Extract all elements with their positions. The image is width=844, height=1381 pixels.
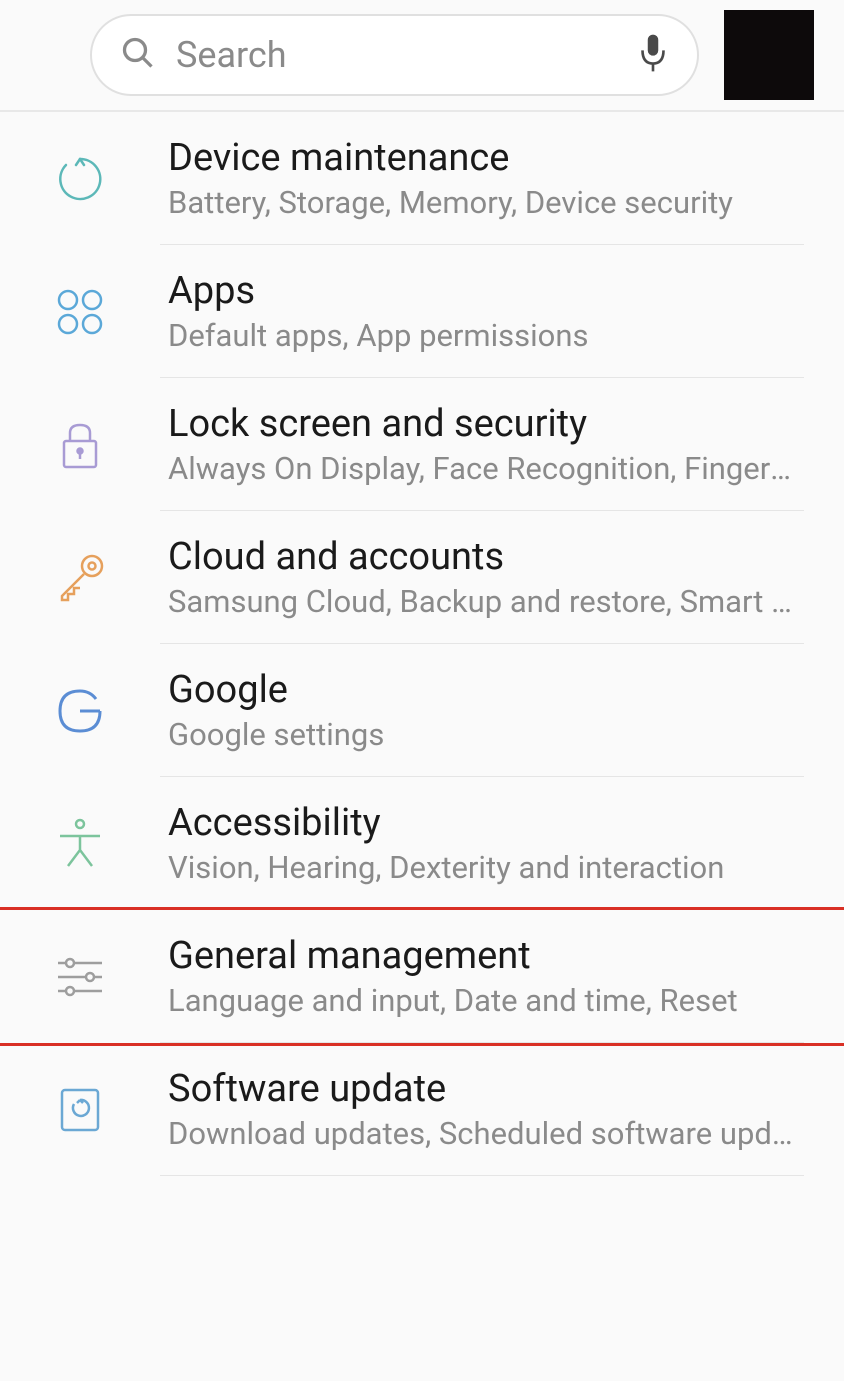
lock-icon [52, 417, 108, 473]
item-title: Apps [168, 269, 804, 313]
item-subtitle: Samsung Cloud, Backup and restore, Smart… [168, 583, 804, 620]
item-content: Software update Download updates, Schedu… [168, 1067, 804, 1152]
settings-item-general-management[interactable]: General management Language and input, D… [0, 907, 844, 1046]
item-title: Cloud and accounts [168, 535, 804, 579]
search-icon [120, 35, 156, 75]
item-title: Google [168, 668, 804, 712]
item-content: Cloud and accounts Samsung Cloud, Backup… [168, 535, 804, 620]
settings-item-apps[interactable]: Apps Default apps, App permissions [0, 245, 844, 378]
search-placeholder: Search [176, 34, 617, 76]
settings-item-software-update[interactable]: Software update Download updates, Schedu… [0, 1043, 844, 1176]
settings-item-google[interactable]: Google Google settings [0, 644, 844, 777]
item-subtitle: Google settings [168, 716, 804, 753]
settings-list: Device maintenance Battery, Storage, Mem… [0, 112, 844, 1176]
item-subtitle: Battery, Storage, Memory, Device securit… [168, 184, 804, 221]
item-title: Lock screen and security [168, 402, 804, 446]
apps-icon [52, 284, 108, 340]
settings-item-lock-screen[interactable]: Lock screen and security Always On Displ… [0, 378, 844, 511]
sliders-icon [52, 949, 108, 1005]
item-subtitle: Vision, Hearing, Dexterity and interacti… [168, 849, 804, 886]
item-content: Accessibility Vision, Hearing, Dexterity… [168, 801, 804, 886]
item-title: Software update [168, 1067, 804, 1111]
item-content: Lock screen and security Always On Displ… [168, 402, 804, 487]
item-content: Google Google settings [168, 668, 804, 753]
item-title: Device maintenance [168, 136, 804, 180]
item-subtitle: Always On Display, Face Recognition, Fin… [168, 450, 804, 487]
item-subtitle: Default apps, App permissions [168, 317, 804, 354]
google-icon [52, 683, 108, 739]
accessibility-icon [52, 816, 108, 872]
settings-item-accessibility[interactable]: Accessibility Vision, Hearing, Dexterity… [0, 777, 844, 910]
item-subtitle: Language and input, Date and time, Reset [168, 982, 804, 1019]
header: Search [0, 0, 844, 112]
key-icon [52, 550, 108, 606]
settings-item-cloud-accounts[interactable]: Cloud and accounts Samsung Cloud, Backup… [0, 511, 844, 644]
item-content: General management Language and input, D… [168, 934, 804, 1019]
item-content: Device maintenance Battery, Storage, Mem… [168, 136, 804, 221]
device-maintenance-icon [52, 151, 108, 207]
item-title: General management [168, 934, 804, 978]
profile-button[interactable] [724, 10, 814, 100]
settings-item-device-maintenance[interactable]: Device maintenance Battery, Storage, Mem… [0, 112, 844, 245]
item-content: Apps Default apps, App permissions [168, 269, 804, 354]
item-title: Accessibility [168, 801, 804, 845]
item-subtitle: Download updates, Scheduled software upd… [168, 1115, 804, 1152]
search-bar[interactable]: Search [90, 14, 699, 96]
software-update-icon [52, 1082, 108, 1138]
microphone-icon[interactable] [637, 32, 669, 78]
